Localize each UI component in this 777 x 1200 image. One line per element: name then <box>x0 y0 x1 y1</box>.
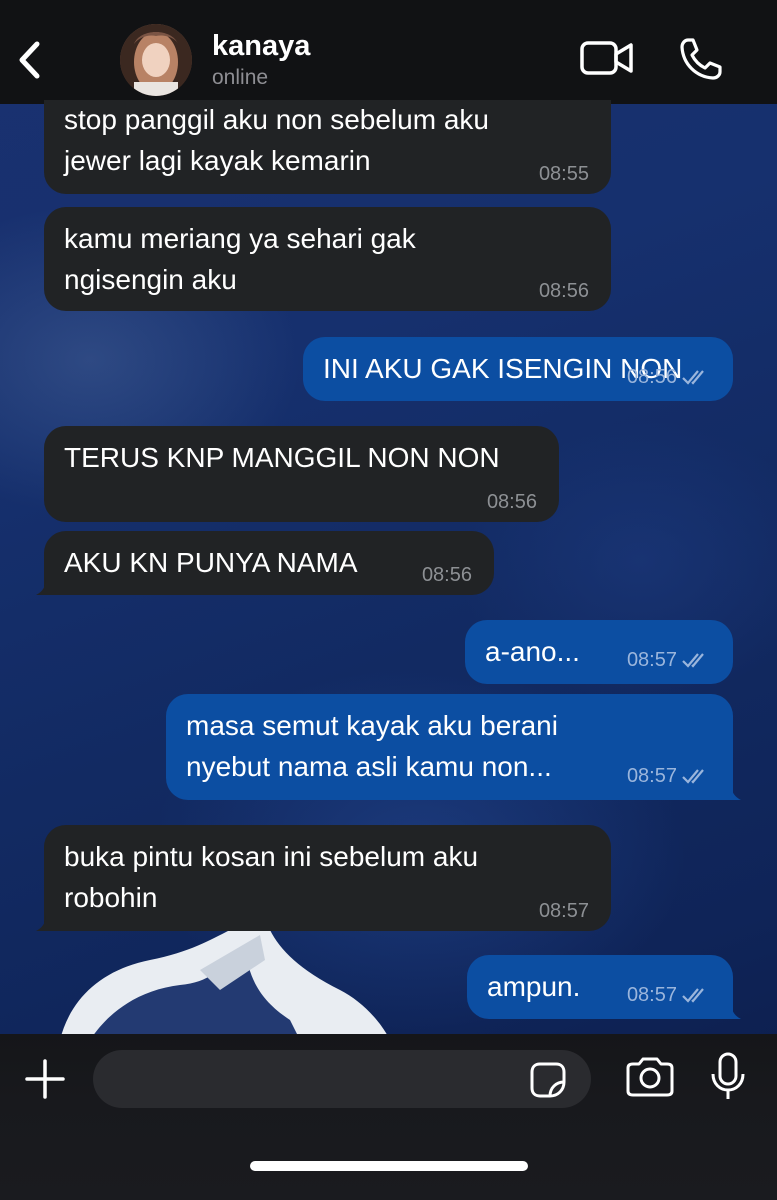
message-outgoing[interactable]: masa semut kayak aku berani nyebut nama … <box>166 694 741 800</box>
message-time: 08:57 <box>626 765 677 787</box>
message-text-line: AKU KN PUNYA NAMA <box>64 547 358 578</box>
message-text-line: jewer lagi kayak kemarin <box>64 145 371 176</box>
bubble-tail <box>721 1001 741 1019</box>
video-camera-icon <box>580 41 633 75</box>
message-text-line: stop panggil aku non sebelum aku <box>64 104 489 135</box>
microphone-icon <box>711 1052 745 1099</box>
chat-header: kanaya online <box>0 0 777 104</box>
message-time: 08:57 <box>538 900 589 922</box>
contact-avatar[interactable] <box>120 24 192 96</box>
message-time: 08:55 <box>538 163 589 185</box>
message-incoming[interactable]: AKU KN PUNYA NAMA 08:56 <box>36 531 494 595</box>
sticker-button[interactable] <box>528 1060 568 1100</box>
message-time: 08:57 <box>626 649 677 671</box>
message-time: 08:56 <box>421 564 472 586</box>
chevron-left-icon <box>19 41 40 79</box>
contact-name[interactable]: kanaya <box>212 30 310 63</box>
message-incoming[interactable]: stop panggil aku non sebelum aku jewer l… <box>44 100 611 194</box>
message-text-line: kamu meriang ya sehari gak <box>64 223 416 254</box>
message-text-line: ngisengin aku <box>64 264 237 295</box>
message-time: 08:57 <box>626 984 677 1006</box>
message-text-line: TERUS KNP MANGGIL NON NON <box>64 442 500 473</box>
message-text-line: buka pintu kosan ini sebelum aku <box>64 841 479 872</box>
message-incoming[interactable]: TERUS KNP MANGGIL NON NON 08:56 <box>44 426 559 522</box>
double-check-icon <box>682 988 704 1003</box>
bubble-tail <box>36 577 56 595</box>
voice-call-button[interactable] <box>678 36 724 82</box>
message-input[interactable] <box>93 1050 591 1108</box>
message-text-line: robohin <box>64 882 158 913</box>
sticker-icon <box>530 1062 566 1098</box>
home-indicator[interactable] <box>250 1161 528 1171</box>
phone-icon <box>680 38 722 80</box>
video-call-button[interactable] <box>580 38 634 78</box>
double-check-icon <box>682 370 704 385</box>
back-button[interactable] <box>12 38 48 82</box>
message-outgoing[interactable]: ampun. 08:57 <box>467 955 741 1019</box>
contact-status: online <box>212 66 269 89</box>
add-attachment-button[interactable] <box>24 1058 66 1100</box>
camera-button[interactable] <box>624 1056 676 1098</box>
double-check-icon <box>682 769 704 784</box>
bubble-tail <box>36 913 56 931</box>
message-time: 08:56 <box>486 491 537 513</box>
voice-message-button[interactable] <box>708 1052 748 1102</box>
camera-icon <box>626 1057 674 1097</box>
plus-icon <box>25 1059 65 1099</box>
message-incoming[interactable]: kamu meriang ya sehari gak ngisengin aku… <box>44 207 611 311</box>
avatar-image <box>120 24 192 96</box>
message-incoming[interactable]: buka pintu kosan ini sebelum aku robohin… <box>36 825 611 931</box>
message-time: 08:56 <box>626 366 677 388</box>
message-text-line: masa semut kayak aku berani <box>186 710 558 741</box>
bubble-tail <box>721 782 741 800</box>
wallpaper-figure <box>60 930 390 1040</box>
double-check-icon <box>682 653 704 668</box>
message-outgoing[interactable]: INI AKU GAK ISENGIN NON 08:56 <box>303 337 733 401</box>
message-time: 08:56 <box>538 280 589 302</box>
message-outgoing[interactable]: a-ano... 08:57 <box>465 620 733 684</box>
